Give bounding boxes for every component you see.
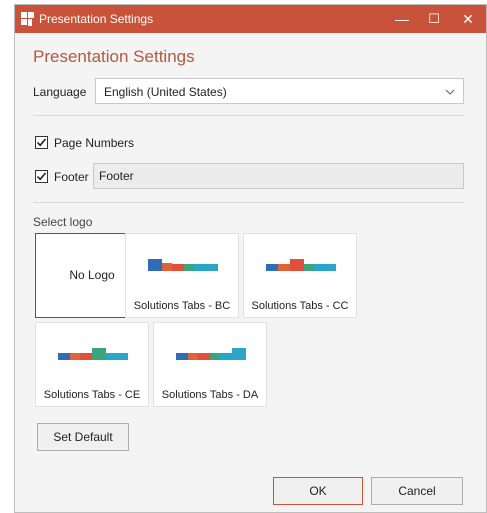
footer-input[interactable] xyxy=(99,169,449,183)
logo-tile-caption: Solutions Tabs - CE xyxy=(43,389,141,401)
logo-thumbnail-image xyxy=(266,259,336,271)
language-select-value: English (United States) xyxy=(104,85,227,99)
checkmark-icon xyxy=(36,172,47,181)
ok-button[interactable]: OK xyxy=(273,477,363,505)
logo-tile-caption: Solutions Tabs - CC xyxy=(251,300,349,312)
title-bar[interactable]: Presentation Settings — ☐ ✕ xyxy=(15,5,486,33)
logo-tile-solutions-tabs-cc[interactable]: Solutions Tabs - CC xyxy=(243,233,357,318)
footer-checkbox[interactable] xyxy=(35,170,48,183)
logo-tile-solutions-tabs-ce[interactable]: Solutions Tabs - CE xyxy=(35,322,149,407)
chevron-down-icon xyxy=(445,89,455,95)
minimize-button[interactable]: — xyxy=(385,5,419,33)
footer-text-field[interactable] xyxy=(93,163,464,189)
presentation-settings-window: Presentation Settings — ☐ ✕ Presentation… xyxy=(14,4,487,513)
logo-tile-solutions-tabs-bc[interactable]: Solutions Tabs - BC xyxy=(125,233,239,318)
checkmark-icon xyxy=(36,138,47,147)
maximize-button[interactable]: ☐ xyxy=(417,5,451,33)
logo-tile-caption: Solutions Tabs - BC xyxy=(133,300,231,312)
window-title: Presentation Settings xyxy=(39,12,154,26)
footer-label[interactable]: Footer xyxy=(54,170,89,184)
separator xyxy=(33,202,464,203)
language-select[interactable]: English (United States) xyxy=(95,78,464,104)
close-button[interactable]: ✕ xyxy=(451,5,485,33)
page-numbers-checkbox[interactable] xyxy=(35,136,48,149)
set-default-button[interactable]: Set Default xyxy=(37,423,129,451)
logo-tile-caption: Solutions Tabs - DA xyxy=(161,389,259,401)
language-label: Language xyxy=(33,85,87,99)
dialog-heading: Presentation Settings xyxy=(33,47,195,66)
logo-thumbnail-image xyxy=(148,259,218,271)
select-logo-label: Select logo xyxy=(33,215,93,229)
cancel-button[interactable]: Cancel xyxy=(371,477,463,505)
logo-tile-solutions-tabs-da[interactable]: Solutions Tabs - DA xyxy=(153,322,267,407)
separator xyxy=(33,115,464,116)
app-icon xyxy=(21,12,35,26)
logo-thumbnail-image xyxy=(58,348,128,360)
page-numbers-label[interactable]: Page Numbers xyxy=(54,136,134,150)
logo-thumbnail-image xyxy=(176,348,246,360)
